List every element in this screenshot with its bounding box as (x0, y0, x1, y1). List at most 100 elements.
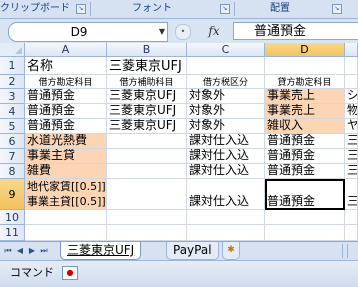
column-header-a[interactable]: A (25, 43, 107, 57)
cell-d6[interactable]: 普通預金 (265, 134, 345, 149)
ribbon: クリップボード ↘ フォント ↘ 配置 ↘ (0, 0, 358, 19)
cell-d10[interactable] (265, 210, 345, 225)
status-mode-label: コマンド (10, 266, 54, 279)
dialog-launcher-icon[interactable]: ↘ (220, 4, 230, 14)
cell-b4[interactable]: 三菱東京UFJ (107, 104, 187, 119)
cell-e5[interactable]: ヤ (345, 119, 358, 134)
row-header-6[interactable]: 6 (0, 134, 25, 149)
prev-sheet-icon[interactable]: ◀ (15, 245, 25, 257)
cell-d3[interactable]: 事業売上 (265, 89, 345, 104)
cell-b10[interactable] (107, 210, 187, 225)
dialog-launcher-icon[interactable]: ↘ (76, 4, 86, 14)
sheet-tab-active[interactable]: 三菱東京UFJ (60, 242, 142, 260)
last-sheet-icon[interactable]: ⏭ (39, 245, 49, 257)
cell-c9[interactable]: 課対仕入込 (187, 179, 265, 210)
tab-split-handle[interactable] (342, 244, 348, 258)
row-header-9[interactable]: 9 (0, 179, 25, 210)
cell-d11[interactable] (265, 225, 345, 241)
column-header-e[interactable] (345, 43, 358, 57)
cell-e10[interactable] (345, 210, 358, 225)
cell-d5[interactable]: 雑収入 (265, 119, 345, 134)
ribbon-group-alignment[interactable]: 配置 (236, 0, 324, 17)
column-header-c[interactable]: C (187, 43, 265, 57)
insert-sheet-icon[interactable]: ✱ (222, 242, 240, 260)
expand-icon[interactable]: • (175, 24, 191, 40)
cell-a4[interactable]: 普通預金 (25, 104, 107, 119)
cell-e1[interactable] (345, 57, 358, 75)
cell-a5[interactable]: 普通預金 (25, 119, 107, 134)
cell-e6[interactable]: 三 (345, 134, 358, 149)
cell-b6[interactable] (107, 134, 187, 149)
chevron-down-icon[interactable]: ▼ (159, 23, 165, 41)
cell-e9[interactable]: 三 (345, 179, 358, 210)
select-all-icon (15, 47, 22, 54)
row-header-3[interactable]: 3 (0, 89, 25, 104)
cell-d7[interactable]: 普通預金 (265, 149, 345, 164)
ribbon-group-clipboard[interactable]: クリップボード (0, 0, 70, 17)
cell-d2[interactable]: 貸方勘定科目 (265, 75, 345, 89)
cell-c2[interactable]: 借方税区分 (187, 75, 265, 89)
column-header-b[interactable]: B (107, 43, 187, 57)
cell-c3[interactable]: 対象外 (187, 89, 265, 104)
cell-a9-line1: 地代家賃[[0.5]] (27, 180, 106, 193)
cell-c7[interactable]: 課対仕入込 (187, 149, 265, 164)
cell-a1[interactable]: 名称 (25, 57, 107, 75)
dialog-launcher-icon[interactable]: ↘ (332, 4, 342, 14)
ribbon-group-font[interactable]: フォント (92, 0, 212, 17)
first-sheet-icon[interactable]: ⏮ (3, 245, 13, 257)
cell-e7[interactable]: 三 (345, 149, 358, 164)
cell-a3[interactable]: 普通預金 (25, 89, 107, 104)
cell-d8[interactable]: 普通預金 (265, 164, 345, 179)
cell-a7[interactable]: 事業主貸 (25, 149, 107, 164)
status-bar: コマンド ● (0, 260, 358, 287)
row-header-10[interactable]: 10 (0, 210, 25, 225)
column-header-d[interactable]: D (265, 43, 345, 57)
insert-function-button[interactable]: fx (198, 22, 230, 40)
row-header-4[interactable]: 4 (0, 104, 25, 119)
cell-b3[interactable]: 三菱東京UFJ (107, 89, 187, 104)
cell-e8[interactable]: 三 (345, 164, 358, 179)
cell-a6[interactable]: 水道光熱費 (25, 134, 107, 149)
row-header-7[interactable]: 7 (0, 149, 25, 164)
cell-c4[interactable]: 対象外 (187, 104, 265, 119)
row-header-8[interactable]: 8 (0, 164, 25, 179)
cell-e11[interactable] (345, 225, 358, 241)
cell-b7[interactable] (107, 149, 187, 164)
cell-a10[interactable] (25, 210, 107, 225)
cell-d9[interactable]: 普通預金 (265, 179, 345, 210)
cell-c6[interactable]: 課対仕入込 (187, 134, 265, 149)
cell-d4[interactable]: 事業売上 (265, 104, 345, 119)
worksheet-grid: A B C D 1 2 3 4 5 6 7 8 9 10 11 名称 三菱東京U… (0, 43, 358, 241)
macro-record-icon[interactable]: ● (62, 266, 78, 280)
cell-e2[interactable] (345, 75, 358, 89)
formula-input[interactable]: 普通預金 (233, 22, 358, 40)
cell-b2[interactable]: 借方補助科目 (107, 75, 187, 89)
row-header-5[interactable]: 5 (0, 119, 25, 134)
cell-a11[interactable] (25, 225, 107, 241)
cell-c11[interactable] (187, 225, 265, 241)
cell-e3[interactable]: シ (345, 89, 358, 104)
sheet-tab-bar: ⏮ ◀ ▶ ⏭ 三菱東京UFJ PayPal ✱ (0, 241, 358, 261)
cell-c10[interactable] (187, 210, 265, 225)
sheet-tab-paypal[interactable]: PayPal (166, 242, 219, 260)
next-sheet-icon[interactable]: ▶ (27, 245, 37, 257)
cell-a8[interactable]: 雑費 (25, 164, 107, 179)
cell-b5[interactable]: 三菱東京UFJ (107, 119, 187, 134)
row-header-1[interactable]: 1 (0, 57, 25, 75)
cell-c1[interactable] (187, 57, 265, 75)
cell-a2[interactable]: 借方勘定科目 (25, 75, 107, 89)
cell-b8[interactable] (107, 164, 187, 179)
cell-b11[interactable] (107, 225, 187, 241)
cell-b9[interactable] (107, 179, 187, 210)
row-header-2[interactable]: 2 (0, 75, 25, 89)
ribbon-divider (90, 2, 91, 16)
cell-c8[interactable]: 課対仕入込 (187, 164, 265, 179)
cell-a9[interactable]: 地代家賃[[0.5]] 事業主貸[[0.5]] (25, 179, 107, 210)
cell-c5[interactable]: 対象外 (187, 119, 265, 134)
cell-e4[interactable]: 物 (345, 104, 358, 119)
row-header-11[interactable]: 11 (0, 225, 25, 241)
name-box[interactable]: D9 ▼ (8, 22, 168, 42)
select-all-corner[interactable] (0, 43, 25, 57)
cell-d1[interactable] (265, 57, 345, 75)
cell-b1[interactable]: 三菱東京UFJ (107, 57, 187, 75)
